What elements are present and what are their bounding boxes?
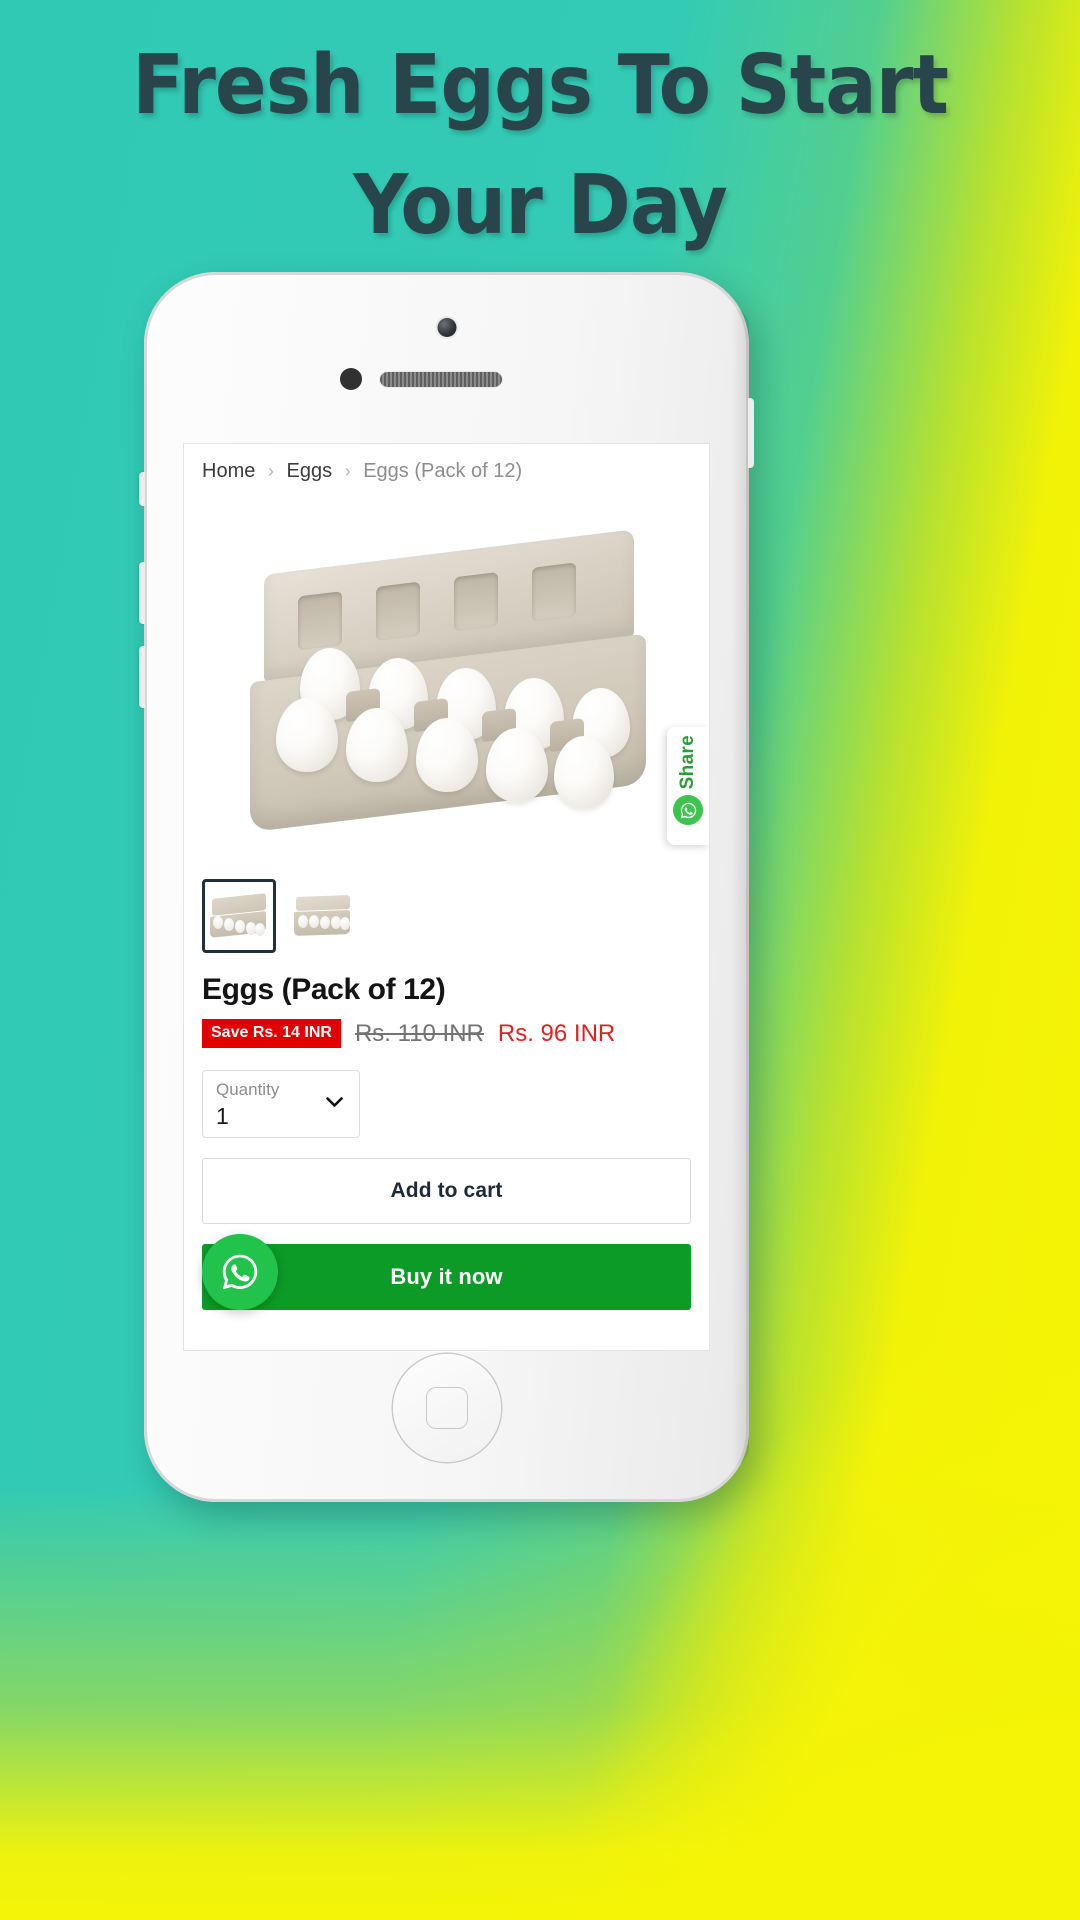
silent-switch (139, 472, 145, 506)
price-row: Save Rs. 14 INR Rs. 110 INR Rs. 96 INR (202, 1019, 691, 1048)
page-title: Fresh Eggs To Start Your Day (131, 38, 949, 253)
thumbnail-2[interactable] (286, 879, 360, 953)
phone-screen: Home › Eggs › Eggs (Pack of 12) Share Eg… (184, 444, 709, 1350)
phone-edge-shadow (731, 308, 749, 1466)
earpiece-speaker (380, 372, 502, 387)
breadcrumb-home[interactable]: Home (202, 460, 255, 482)
quantity-value: 1 (216, 1103, 229, 1129)
quantity-stepper[interactable]: Quantity 1 (202, 1070, 360, 1138)
share-tab[interactable]: Share (667, 727, 709, 845)
thumbnail-list (184, 865, 709, 953)
breadcrumb-separator-2: › (344, 461, 351, 481)
breadcrumb-current: Eggs (Pack of 12) (363, 460, 523, 482)
breadcrumb-separator-1: › (267, 461, 274, 481)
power-button (748, 398, 754, 468)
status-badge: Save Rs. 14 INR (202, 1019, 341, 1048)
chevron-down-icon[interactable] (326, 1095, 343, 1113)
breadcrumb-category[interactable]: Eggs (286, 460, 332, 482)
product-image-main[interactable]: Share (196, 495, 709, 865)
product-info: Eggs (Pack of 12) Save Rs. 14 INR Rs. 11… (184, 953, 709, 1048)
whatsapp-icon (222, 1254, 258, 1290)
breadcrumb: Home › Eggs › Eggs (Pack of 12) (184, 444, 709, 491)
front-camera-icon (437, 318, 456, 337)
share-tab-label: Share (677, 735, 698, 790)
product-title: Eggs (Pack of 12) (202, 973, 446, 1006)
volume-up-button (139, 562, 145, 624)
compare-price: Rs. 110 INR (354, 1019, 484, 1047)
home-button[interactable] (392, 1354, 501, 1462)
proximity-sensor-icon (340, 368, 362, 390)
phone-mockup: Home › Eggs › Eggs (Pack of 12) Share Eg… (139, 272, 754, 1502)
quantity-label: Quantity (216, 1080, 280, 1099)
add-to-cart-wrapper: Add to cart (202, 1158, 691, 1224)
thumbnail-1[interactable] (202, 879, 276, 953)
egg-carton-illustration (242, 529, 652, 833)
whatsapp-icon[interactable] (673, 795, 703, 826)
whatsapp-float-button[interactable] (202, 1234, 278, 1310)
add-to-cart-button[interactable]: Add to cart (202, 1158, 691, 1224)
volume-down-button (139, 646, 145, 708)
sale-price: Rs. 96 INR (497, 1019, 616, 1047)
